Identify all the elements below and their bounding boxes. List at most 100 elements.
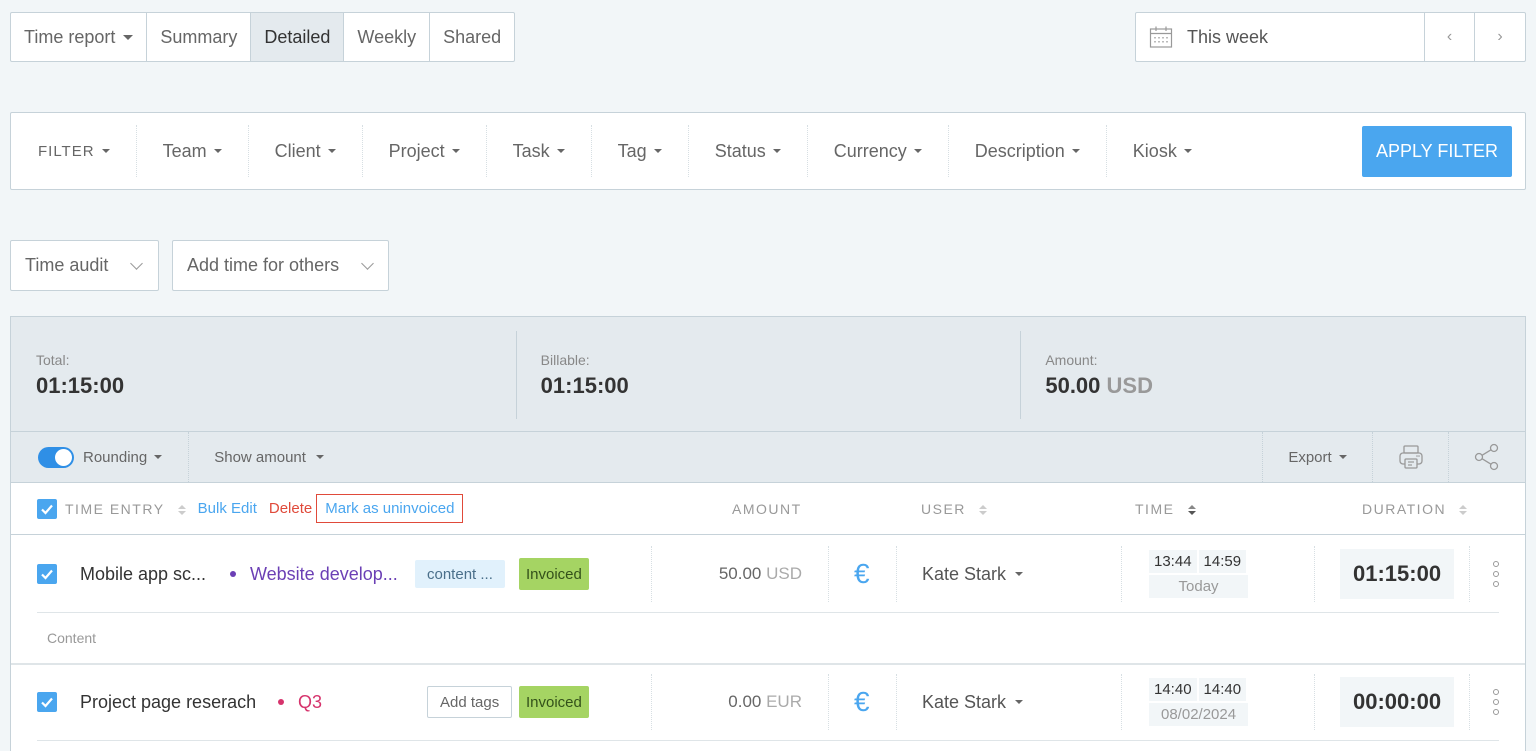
- filter-tag[interactable]: Tag: [592, 125, 689, 177]
- filter-label: FILTER: [38, 142, 95, 160]
- add-time-for-others-select[interactable]: Add time for others: [172, 240, 389, 291]
- filter-client-label: Client: [274, 140, 321, 161]
- filter-client[interactable]: Client: [249, 125, 363, 177]
- project-name: Q3: [298, 691, 323, 712]
- amount-currency: USD: [766, 564, 802, 583]
- time-entry-header-label: TIME ENTRY: [65, 500, 165, 517]
- filter-description[interactable]: Description: [949, 125, 1107, 177]
- amount-value: 0.00: [728, 692, 762, 711]
- filter-dropdown[interactable]: FILTER: [11, 125, 137, 177]
- entry-tags[interactable]: Add tags: [427, 674, 513, 730]
- filter-task[interactable]: Task: [487, 125, 592, 177]
- tab-weekly[interactable]: Weekly: [344, 13, 431, 61]
- row-checkbox[interactable]: [37, 674, 57, 730]
- amount-value: 50.00: [1045, 373, 1101, 398]
- entry-date[interactable]: Today: [1149, 575, 1249, 598]
- column-divider: [896, 546, 897, 602]
- entry-note: Content: [47, 630, 97, 646]
- share-icon: [1474, 443, 1499, 471]
- caret-down-icon: [101, 149, 110, 153]
- entry-checkbox[interactable]: [37, 564, 57, 584]
- tab-detailed[interactable]: Detailed: [251, 13, 345, 61]
- add-tags-button[interactable]: Add tags: [427, 686, 513, 718]
- export-label: Export: [1288, 448, 1332, 466]
- prev-period-button[interactable]: ‹: [1425, 13, 1475, 61]
- table-row: Mobile app sc... Website develop... cont…: [11, 536, 1525, 616]
- billable-summary: Billable: 01:15:00: [515, 317, 1021, 431]
- time-header-label: TIME: [1135, 500, 1175, 517]
- entry-more-menu[interactable]: [1493, 674, 1499, 730]
- entry-date[interactable]: 08/02/2024: [1149, 703, 1249, 726]
- tag-chip[interactable]: content ...: [415, 560, 505, 588]
- entry-description[interactable]: Project page reserach: [80, 674, 256, 730]
- entry-description[interactable]: Mobile app sc...: [80, 546, 206, 602]
- filter-currency[interactable]: Currency: [808, 125, 949, 177]
- apply-filter-button[interactable]: APPLY FILTER: [1361, 126, 1512, 177]
- billable-euro-icon[interactable]: €: [854, 674, 870, 730]
- duration-column-header[interactable]: DURATION: [1362, 501, 1468, 517]
- filter-team[interactable]: Team: [137, 125, 249, 177]
- start-time[interactable]: 14:40: [1149, 678, 1197, 701]
- bulk-edit-link[interactable]: Bulk Edit: [198, 500, 257, 517]
- checkmark-icon: [41, 697, 53, 708]
- rounding-toggle[interactable]: [38, 446, 74, 468]
- totals-bar: Total: 01:15:00 Billable: 01:15:00 Amoun…: [11, 317, 1525, 432]
- column-divider: [828, 546, 829, 602]
- report-panel: Total: 01:15:00 Billable: 01:15:00 Amoun…: [10, 316, 1526, 751]
- filter-task-label: Task: [512, 140, 550, 161]
- start-time[interactable]: 13:44: [1149, 550, 1197, 573]
- filter-project[interactable]: Project: [363, 125, 487, 177]
- entry-user-dropdown[interactable]: Kate Stark: [922, 674, 1024, 730]
- total-label: Total:: [36, 352, 70, 368]
- share-button[interactable]: [1448, 432, 1525, 482]
- rounding-control[interactable]: Rounding: [11, 432, 190, 482]
- entry-tags[interactable]: content ...: [415, 546, 505, 602]
- select-all-checkbox[interactable]: [37, 498, 57, 519]
- time-report-dropdown[interactable]: Time report: [11, 13, 148, 61]
- date-range-button[interactable]: This week: [1136, 13, 1425, 61]
- mark-as-uninvoiced-link[interactable]: Mark as uninvoiced: [316, 494, 464, 523]
- more-options-icon[interactable]: [1493, 561, 1499, 587]
- entry-checkbox[interactable]: [37, 692, 57, 712]
- filter-status[interactable]: Status: [689, 125, 808, 177]
- filter-bar: FILTER Team Client Project Task Tag Stat…: [10, 112, 1526, 190]
- end-time[interactable]: 14:40: [1198, 678, 1247, 701]
- amount-column-header: AMOUNT: [732, 500, 802, 517]
- column-divider: [1469, 546, 1470, 602]
- invoiced-badge: Invoiced: [519, 558, 589, 590]
- entry-duration[interactable]: 00:00:00: [1340, 677, 1455, 727]
- entry-more-menu[interactable]: [1493, 546, 1499, 602]
- row-checkbox[interactable]: [37, 546, 57, 602]
- time-audit-select[interactable]: Time audit: [10, 240, 159, 291]
- user-name: Kate Stark: [922, 691, 1007, 712]
- filter-currency-label: Currency: [833, 140, 907, 161]
- user-column-header[interactable]: USER: [921, 501, 988, 517]
- entry-amount: 50.00 USD: [719, 546, 802, 602]
- caret-down-icon: [451, 149, 460, 153]
- billable-euro-icon[interactable]: €: [854, 546, 870, 602]
- entry-duration[interactable]: 01:15:00: [1340, 549, 1455, 599]
- entry-user-dropdown[interactable]: Kate Stark: [922, 546, 1024, 602]
- caret-down-icon: [1071, 149, 1080, 153]
- filter-team-label: Team: [162, 140, 207, 161]
- column-divider: [651, 674, 652, 730]
- entry-project[interactable]: Website develop...: [230, 546, 398, 602]
- filter-project-label: Project: [388, 140, 445, 161]
- caret-down-icon: [1338, 455, 1347, 459]
- export-dropdown[interactable]: Export: [1262, 432, 1372, 482]
- show-amount-dropdown[interactable]: Show amount: [189, 432, 324, 482]
- more-options-icon[interactable]: [1493, 689, 1499, 715]
- end-time[interactable]: 14:59: [1198, 550, 1247, 573]
- filter-kiosk[interactable]: Kiosk: [1107, 125, 1218, 177]
- total-value: 01:15:00: [36, 373, 125, 398]
- tab-shared[interactable]: Shared: [430, 13, 514, 61]
- time-entry-column-header[interactable]: TIME ENTRY: [65, 501, 186, 517]
- next-period-button[interactable]: ›: [1475, 13, 1525, 61]
- delete-link[interactable]: Delete: [269, 500, 312, 517]
- print-button[interactable]: [1372, 432, 1448, 482]
- tab-summary[interactable]: Summary: [147, 13, 252, 61]
- time-column-header[interactable]: TIME: [1135, 501, 1196, 517]
- entry-project[interactable]: Q3: [278, 674, 322, 730]
- caret-down-icon: [653, 149, 662, 153]
- caret-down-icon: [556, 149, 565, 153]
